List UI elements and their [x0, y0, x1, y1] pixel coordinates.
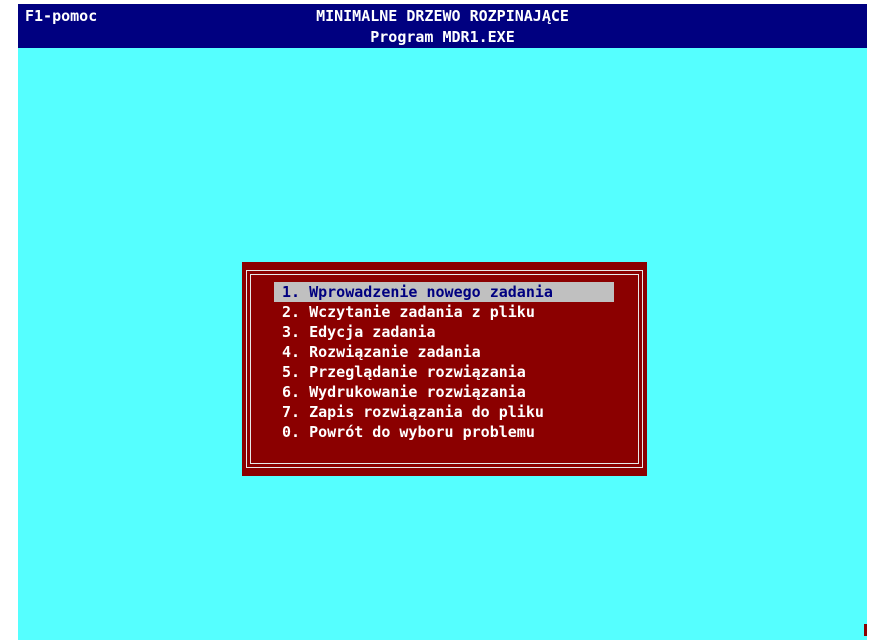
menu-item-save-solution[interactable]: 7. Zapis rozwiązania do pliku	[274, 402, 614, 422]
menu-item-return[interactable]: 0. Powrót do wyboru problemu	[274, 422, 614, 442]
dos-screen: F1-pomoc MINIMALNE DRZEWO ROZPINAJĄCE Pr…	[18, 4, 867, 640]
menu-item-solve-task[interactable]: 4. Rozwiązanie zadania	[274, 342, 614, 362]
menu-item-view-solution[interactable]: 5. Przeglądanie rozwiązania	[274, 362, 614, 382]
menu-item-new-task[interactable]: 1. Wprowadzenie nowego zadania	[274, 282, 614, 302]
program-title: MINIMALNE DRZEWO ROZPINAJĄCE	[316, 7, 569, 25]
menu-item-load-task[interactable]: 2. Wczytanie zadania z pliku	[274, 302, 614, 322]
menu-item-edit-task[interactable]: 3. Edycja zadania	[274, 322, 614, 342]
menu-list: 1. Wprowadzenie nowego zadania 2. Wczyta…	[274, 282, 614, 442]
menu-item-print-solution[interactable]: 6. Wydrukowanie rozwiązania	[274, 382, 614, 402]
program-subtitle: Program MDR1.EXE	[370, 28, 515, 46]
title-bar: F1-pomoc MINIMALNE DRZEWO ROZPINAJĄCE Pr…	[18, 4, 867, 48]
main-menu: 1. Wprowadzenie nowego zadania 2. Wczyta…	[242, 262, 647, 476]
text-cursor	[864, 624, 867, 636]
